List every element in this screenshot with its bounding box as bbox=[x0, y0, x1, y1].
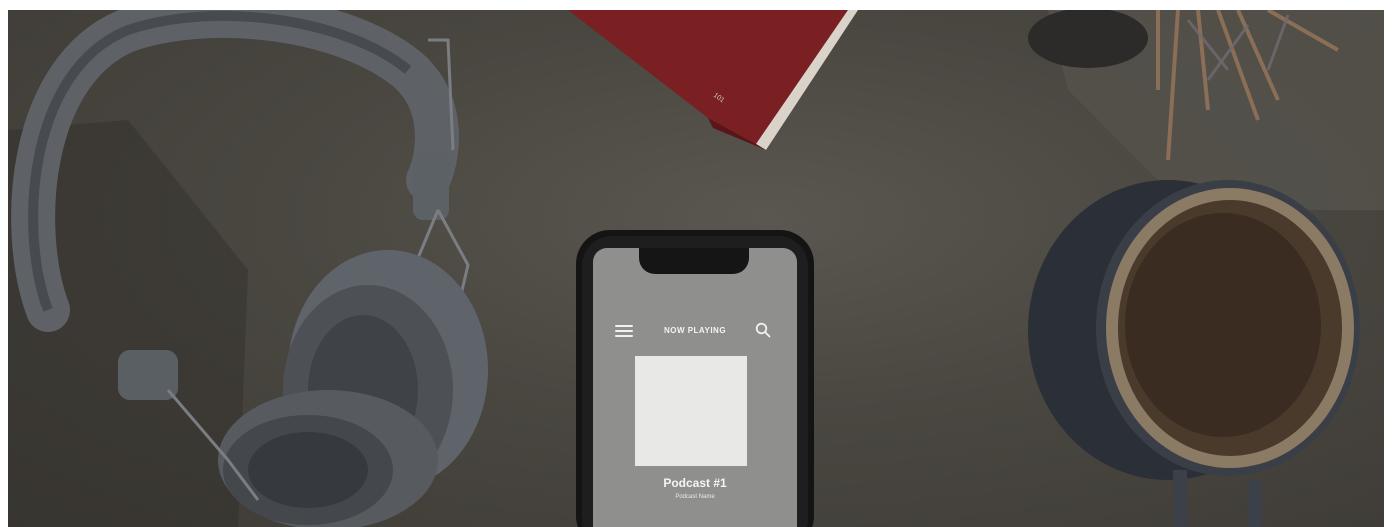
photo-frame: 101 NOW PLAYING Podcast #1 Podcast Name bbox=[8, 10, 1384, 527]
coffee-mug bbox=[1028, 180, 1360, 527]
podcast-cover-art[interactable] bbox=[635, 356, 747, 466]
podcast-title: Podcast #1 bbox=[663, 476, 727, 490]
phone-screen: NOW PLAYING Podcast #1 Podcast Name bbox=[593, 248, 797, 527]
search-icon[interactable] bbox=[755, 322, 771, 338]
book: 101 bbox=[568, 10, 858, 150]
podcast-name: Podcast Name bbox=[675, 494, 715, 500]
phone-notch bbox=[639, 248, 749, 274]
